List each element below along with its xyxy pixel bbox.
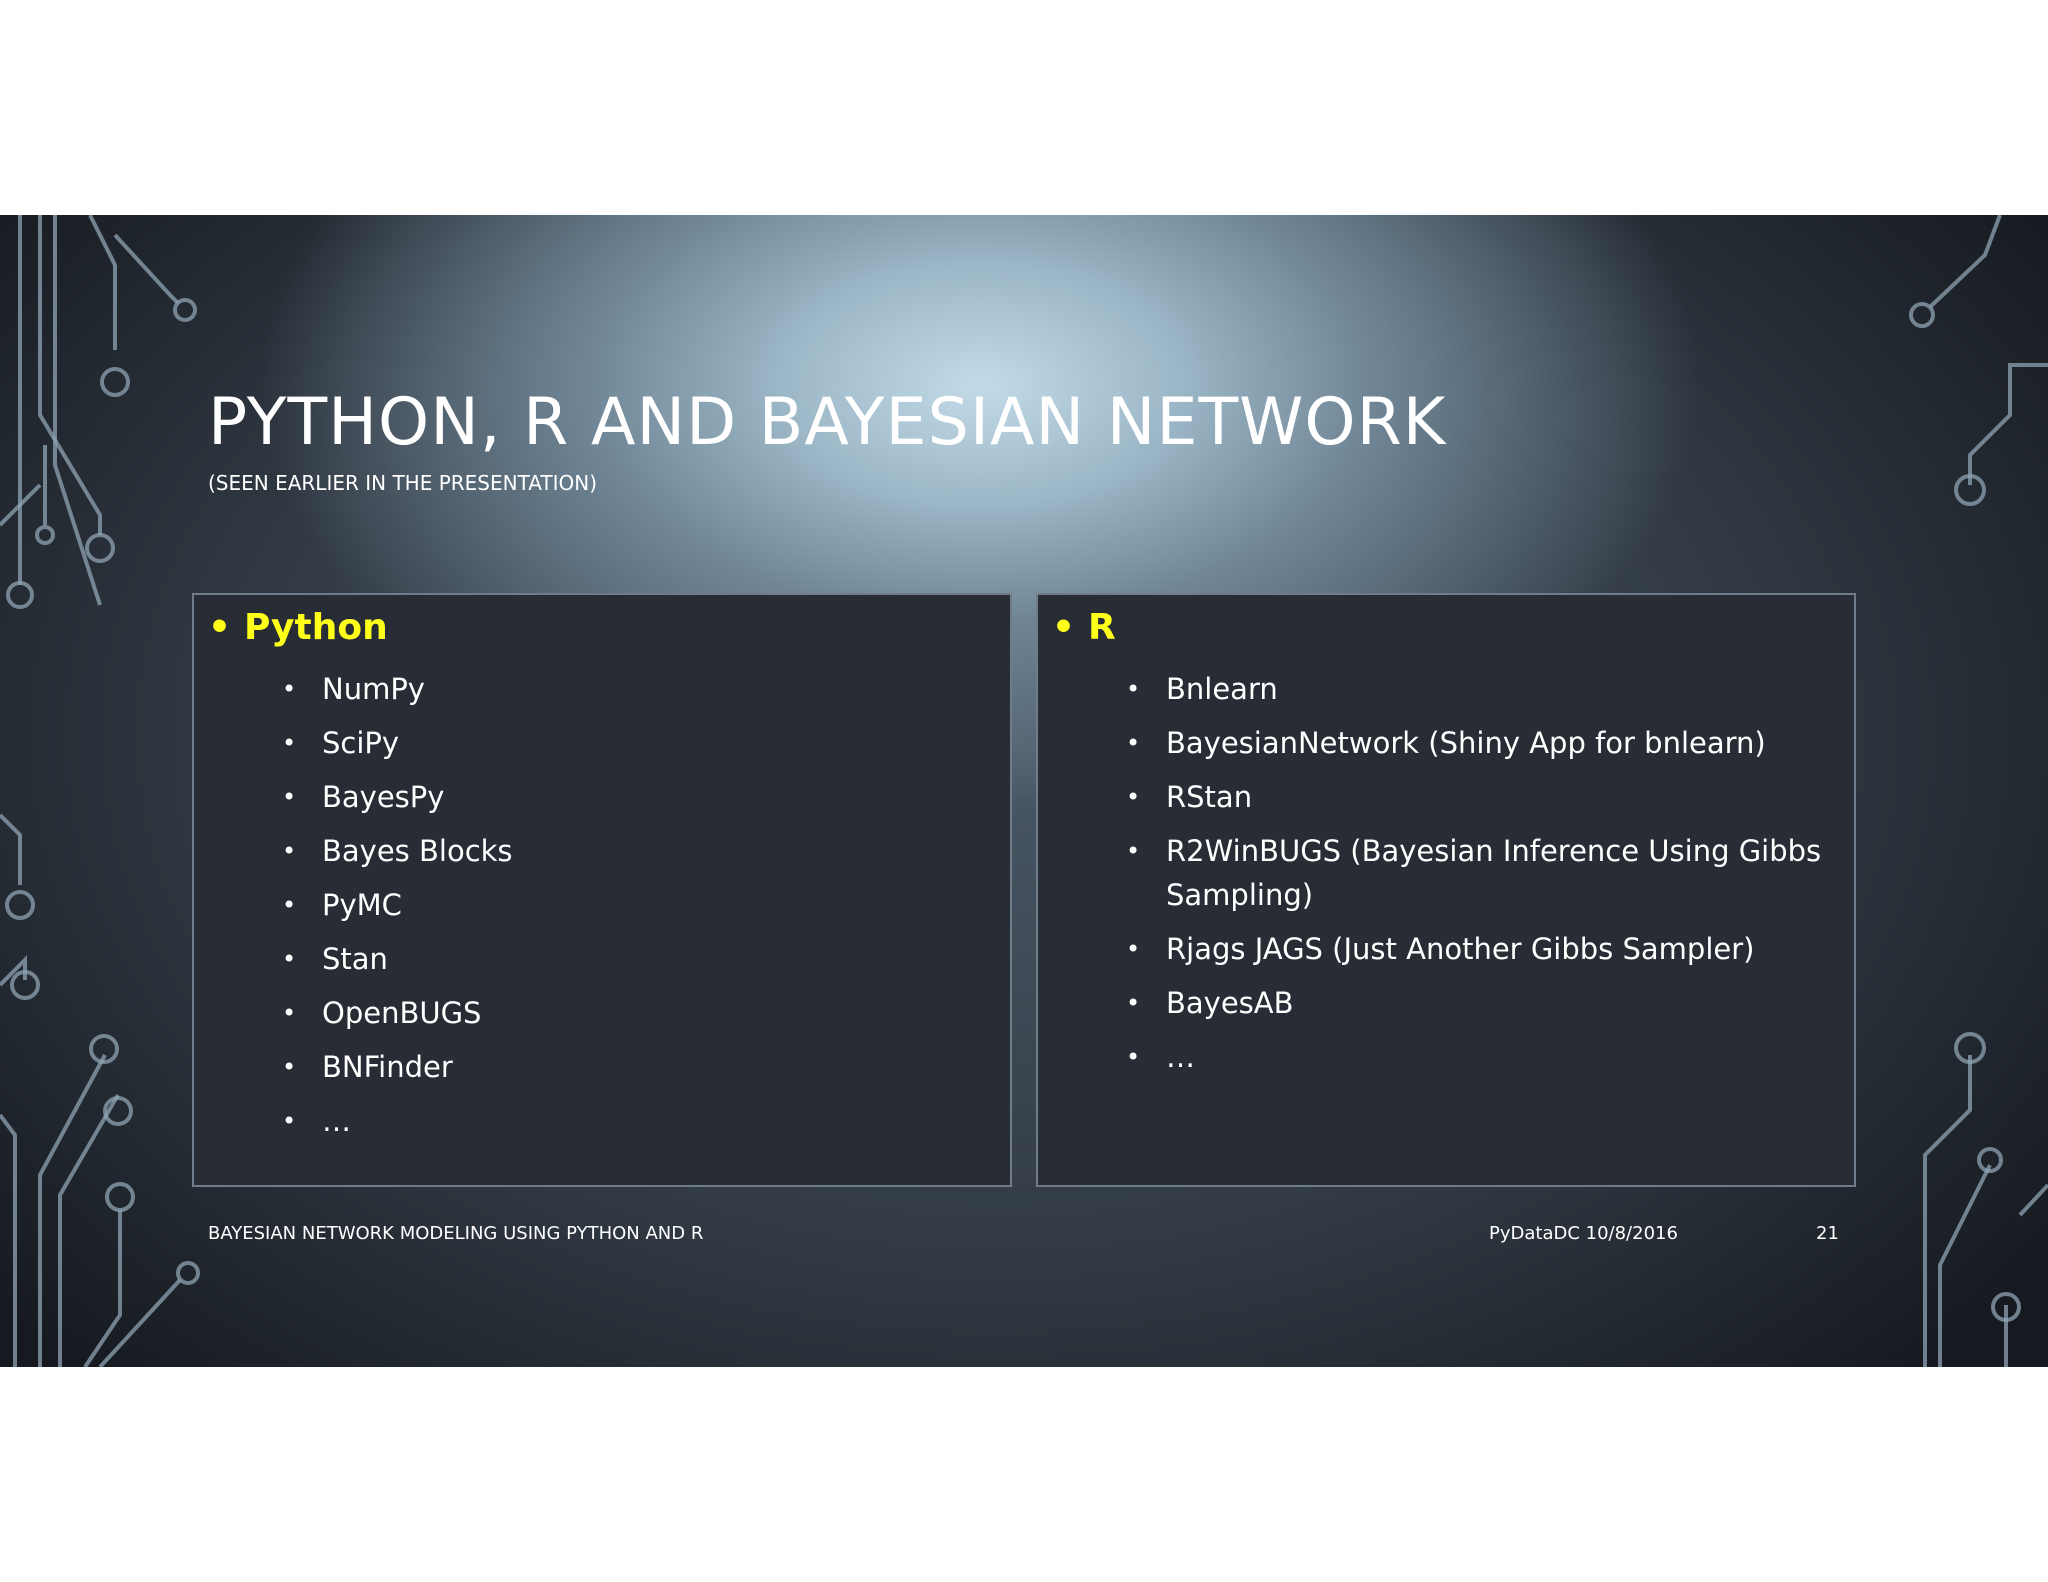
bullet-icon: • [282,675,297,703]
bullet-icon: • [282,1107,297,1135]
list-item: • NumPy [282,667,990,711]
python-heading-label: Python [244,607,388,648]
list-item: • BayesAB [1126,981,1834,1025]
list-item: • PyMC [282,883,990,927]
list-item: • BayesianNetwork (Shiny App for bnlearn) [1126,721,1834,765]
list-item: • BayesPy [282,775,990,819]
bullet-icon: • [1126,935,1141,963]
bullet-icon: • [208,607,232,648]
bullet-icon: • [282,783,297,811]
list-item: • Bayes Blocks [282,829,990,873]
bullet-icon: • [282,1053,297,1081]
list-item: • BNFinder [282,1045,990,1089]
bullet-icon: • [1126,1043,1141,1071]
list-item: • Bnlearn [1126,667,1834,711]
list-item: • R2WinBUGS (Bayesian Inference Using Gib… [1126,829,1834,917]
bullet-icon: • [1052,607,1076,648]
list-item: • Stan [282,937,990,981]
r-library-list: • Bnlearn • BayesianNetwork (Shiny App for… [1126,667,1834,1089]
page: PYTHON, R AND BAYESIAN NETWORK (SEEN EAR… [0,0,2048,1582]
python-heading: • Python [208,607,388,648]
bullet-icon: • [1126,729,1141,757]
bullet-icon: • [282,891,297,919]
footer-event-date: PyDataDC 10/8/2016 [1489,1223,1678,1244]
slide-number: 21 [1816,1223,1839,1244]
slide-subtitle: (SEEN EARLIER IN THE PRESENTATION) [208,471,598,495]
bullet-icon: • [282,945,297,973]
footer-presentation-title: BAYESIAN NETWORK MODELING USING PYTHON A… [208,1223,704,1244]
python-library-list: • NumPy • SciPy • BayesPy • Bayes Blocks • Py… [282,667,990,1153]
bullet-icon: • [1126,783,1141,811]
list-item: • SciPy [282,721,990,765]
bullet-icon: • [1126,837,1141,865]
slide: PYTHON, R AND BAYESIAN NETWORK (SEEN EAR… [0,215,2048,1367]
list-item: • RStan [1126,775,1834,819]
bullet-icon: • [282,729,297,757]
slide-title: PYTHON, R AND BAYESIAN NETWORK [208,385,1447,460]
r-panel: • R • Bnlearn • BayesianNetwork (Shiny App … [1036,593,1856,1187]
list-item: • Rjags JAGS (Just Another Gibbs Sampler) [1126,927,1834,971]
list-item: •… [282,1099,990,1143]
bullet-icon: • [1126,675,1141,703]
list-item: •… [1126,1035,1834,1079]
r-heading-label: R [1088,607,1116,648]
r-heading: • R [1052,607,1116,648]
bullet-icon: • [1126,989,1141,1017]
bullet-icon: • [282,837,297,865]
list-item: • OpenBUGS [282,991,990,1035]
bullet-icon: • [282,999,297,1027]
python-panel: • Python • NumPy • SciPy • BayesPy • Bayes Bl… [192,593,1012,1187]
